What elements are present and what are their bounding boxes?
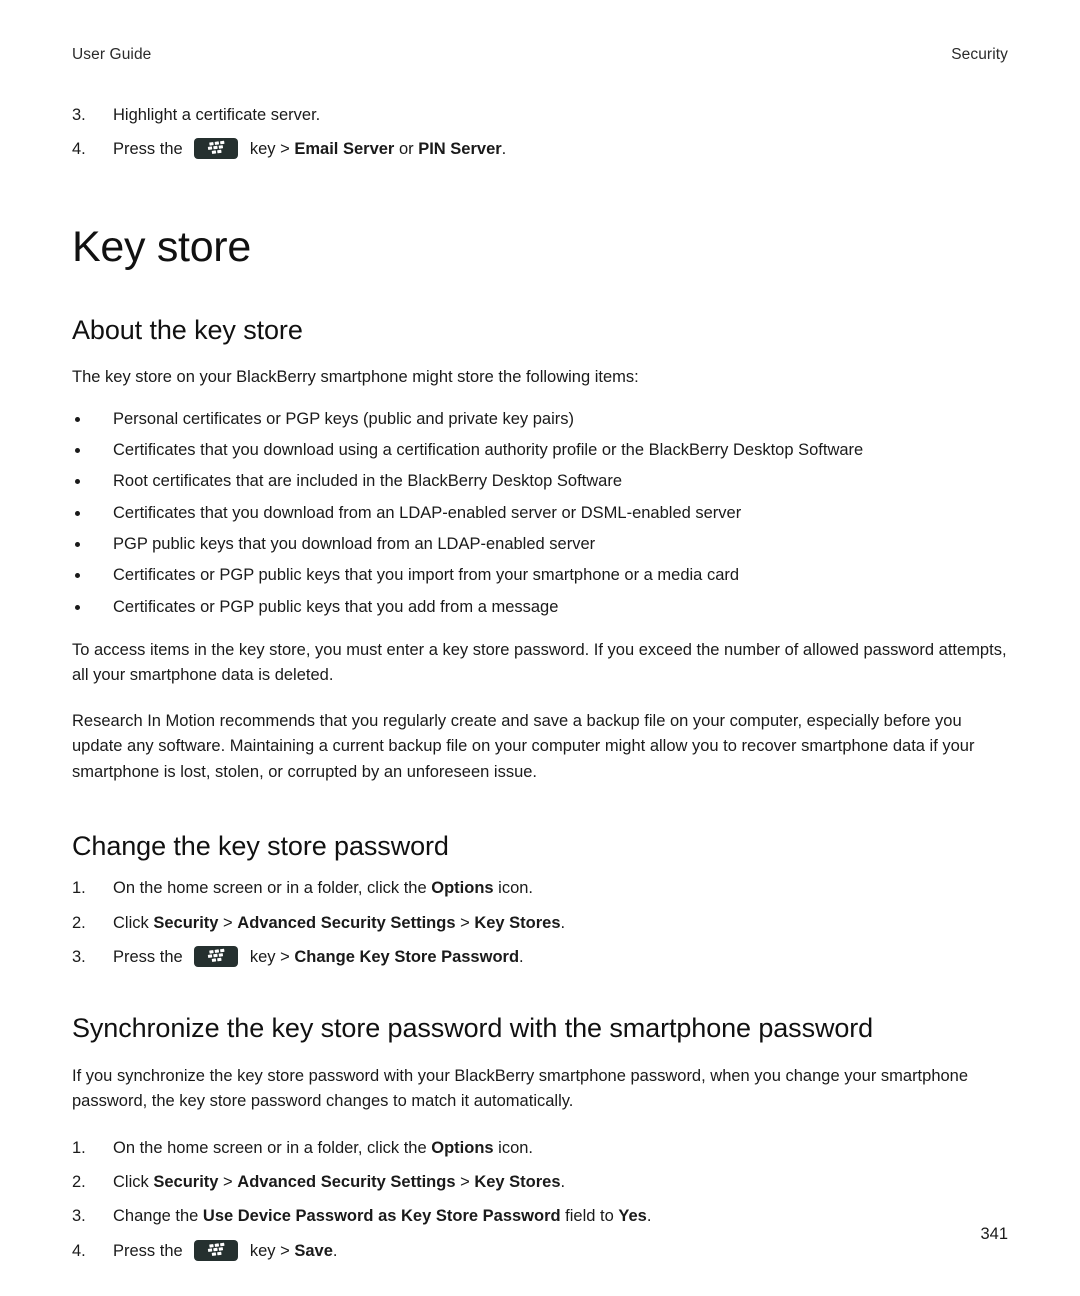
running-header-right: Security xyxy=(951,46,1008,63)
key-store-items-list: Personal certificates or PGP keys (publi… xyxy=(72,408,1008,618)
numbered-step: 1. On the home screen or in a folder, cli… xyxy=(72,1137,1008,1159)
blackberry-menu-key-icon xyxy=(194,1239,239,1261)
step-text: Highlight a certificate server. xyxy=(113,106,321,124)
bullet-dot-icon xyxy=(75,448,80,454)
list-item: Certificates or PGP public keys that you… xyxy=(72,596,1008,618)
emphasis-term: Security xyxy=(153,1173,219,1192)
numbered-step: 4. Press the key > Save. xyxy=(72,1239,1008,1262)
section-heading-about-the-key-store: About the key store xyxy=(72,314,303,345)
about-paragraph-2: Research In Motion recommends that you r… xyxy=(72,711,975,782)
numbered-step: 2. Click Security > Advanced Security Set… xyxy=(72,912,1008,934)
list-item: Root certificates that are included in t… xyxy=(72,470,1008,492)
step-number: 3. xyxy=(72,106,86,124)
continued-steps-list: 3. Highlight a certificate server. 4. Press… xyxy=(72,104,1008,161)
bullet-dot-icon xyxy=(75,479,80,485)
section-heading-synchronize-the-key-store-password: Synchronize the key store password with … xyxy=(72,1013,874,1044)
emphasis-term: Key Stores xyxy=(474,1173,561,1192)
list-item-label: Certificates or PGP public keys that you… xyxy=(113,566,740,585)
step-number: 1. xyxy=(72,879,86,898)
step-text: On the home screen or in a folder, click… xyxy=(113,879,534,898)
list-item-label: PGP public keys that you download from a… xyxy=(113,534,596,553)
list-item: Certificates or PGP public keys that you… xyxy=(72,564,1008,586)
step-text: Click Security > Advanced Security Setti… xyxy=(113,1173,566,1192)
synchronize-steps-list: 1. On the home screen or in a folder, cli… xyxy=(72,1137,1008,1262)
running-header-left: User Guide xyxy=(72,46,152,63)
numbered-step: 3. Press the key > Change Key Store Passw… xyxy=(72,945,1008,968)
emphasis-term: Yes xyxy=(618,1207,647,1226)
bullet-dot-icon xyxy=(75,510,80,516)
emphasis-term: Save xyxy=(294,1241,333,1260)
step-number: 3. xyxy=(72,1207,86,1226)
step-text: On the home screen or in a folder, click… xyxy=(113,1138,534,1157)
page-content: 3. Highlight a certificate server. 4. Press… xyxy=(72,104,1008,1262)
blackberry-menu-key-icon xyxy=(194,138,239,160)
blackberry-menu-key-icon xyxy=(194,945,239,967)
list-item: Certificates that you download using a c… xyxy=(72,439,1008,461)
bullet-dot-icon xyxy=(75,541,80,547)
document-page: User Guide Security 3. Highlight a certif… xyxy=(0,0,1080,1296)
list-item-label: Certificates that you download from an L… xyxy=(113,503,742,522)
step-text: Click Security > Advanced Security Setti… xyxy=(113,913,566,932)
list-item: Certificates that you download from an L… xyxy=(72,502,1008,524)
emphasis-term: Use Device Password as Key Store Passwor… xyxy=(202,1207,561,1226)
emphasis-term: Options xyxy=(431,879,494,898)
step-text: Press the key > Change Key Store Passwor… xyxy=(113,945,524,967)
list-item-label: Root certificates that are included in t… xyxy=(113,472,622,491)
step-number: 1. xyxy=(72,1138,86,1157)
synchronize-paragraph: If you synchronize the key store passwor… xyxy=(72,1066,969,1111)
step-number: 3. xyxy=(72,947,86,966)
numbered-step: 4. Press the key > Email Server or PIN Se… xyxy=(72,138,1008,160)
emphasis-term: PIN Server xyxy=(418,140,502,159)
bullet-dot-icon xyxy=(75,604,80,610)
list-item: Personal certificates or PGP keys (publi… xyxy=(72,408,1008,430)
bullet-dot-icon xyxy=(75,573,80,579)
list-item: PGP public keys that you download from a… xyxy=(72,533,1008,555)
chapter-title: Key store xyxy=(72,222,251,271)
step-number: 2. xyxy=(72,913,86,932)
numbered-step: 3. Highlight a certificate server. xyxy=(72,104,1008,126)
emphasis-term: Advanced Security Settings xyxy=(237,1173,456,1192)
change-password-steps-list: 1. On the home screen or in a folder, cli… xyxy=(72,877,1008,968)
step-number: 4. xyxy=(72,1241,86,1260)
emphasis-term: Options xyxy=(431,1138,494,1157)
section-heading-change-the-key-store-password: Change the key store password xyxy=(72,830,449,861)
page-number: 341 xyxy=(980,1225,1008,1243)
step-number: 2. xyxy=(72,1173,86,1192)
numbered-step: 3. Change the Use Device Password as Key … xyxy=(72,1205,1008,1227)
running-header: User Guide Security xyxy=(72,46,1008,64)
step-text: Press the key > Save. xyxy=(113,1239,338,1261)
about-paragraph-1: To access items in the key store, you mu… xyxy=(72,640,1007,685)
emphasis-term: Key Stores xyxy=(474,913,561,932)
bullet-dot-icon xyxy=(75,416,80,422)
step-text: Press the key > Email Server or PIN Serv… xyxy=(113,138,507,160)
emphasis-term: Email Server xyxy=(294,140,395,159)
list-item-label: Certificates that you download using a c… xyxy=(113,441,864,460)
step-number: 4. xyxy=(72,140,86,159)
numbered-step: 1. On the home screen or in a folder, cli… xyxy=(72,877,1008,899)
numbered-step: 2. Click Security > Advanced Security Set… xyxy=(72,1171,1008,1193)
list-item-label: Certificates or PGP public keys that you… xyxy=(113,597,559,616)
about-intro-paragraph: The key store on your BlackBerry smartph… xyxy=(72,368,639,387)
emphasis-term: Security xyxy=(153,913,219,932)
emphasis-term: Advanced Security Settings xyxy=(237,913,456,932)
list-item-label: Personal certificates or PGP keys (publi… xyxy=(113,409,574,428)
emphasis-term: Change Key Store Password xyxy=(294,947,520,966)
step-text: Change the Use Device Password as Key St… xyxy=(113,1207,652,1226)
